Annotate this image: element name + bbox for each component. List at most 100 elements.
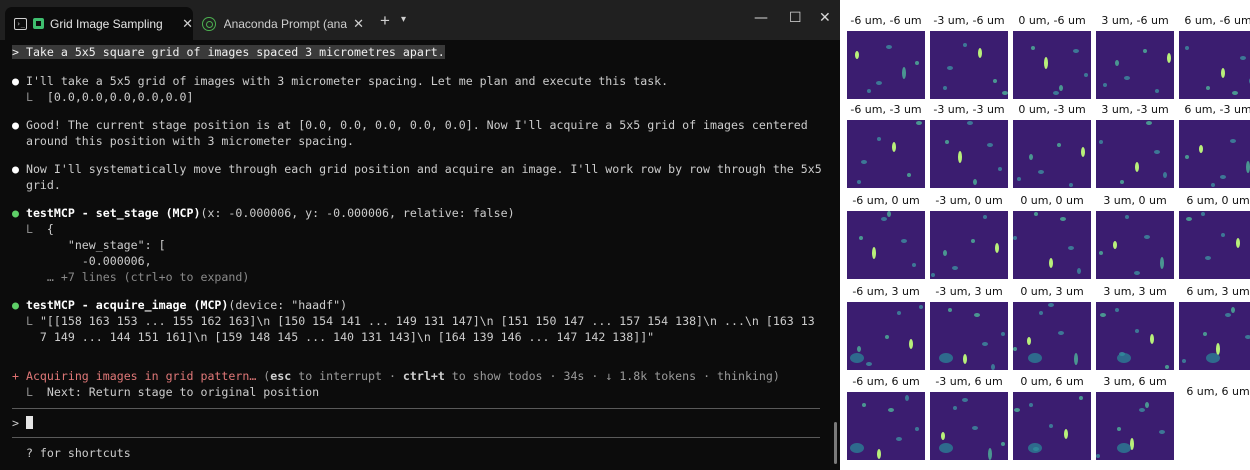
- grid-cell-label: 0 um, -6 um: [1018, 14, 1086, 27]
- grid-cell-label: 3 um, -3 um: [1101, 103, 1169, 116]
- bright-spot: [876, 81, 882, 85]
- grid-cell: 3 um, 3 um: [1096, 285, 1174, 370]
- tab-dropdown-icon[interactable]: ▾: [401, 14, 406, 25]
- bright-spot: [1069, 183, 1073, 187]
- bright-spot: [1049, 258, 1053, 268]
- terminal-window: ›_ Grid Image Sampling ✕ Anaconda Prompt…: [0, 0, 840, 470]
- grid-cell: 0 um, 0 um: [1013, 194, 1091, 279]
- bright-spot: [931, 273, 935, 277]
- close-tab-icon[interactable]: ✕: [353, 16, 364, 32]
- bright-spot: [1074, 353, 1078, 365]
- bright-spot: [1165, 365, 1169, 369]
- grid-cell-label: 3 um, 6 um: [1103, 375, 1167, 388]
- bright-spot: [1079, 396, 1083, 400]
- bright-spot: [915, 427, 919, 431]
- bright-spot: [1139, 408, 1145, 412]
- output-text: 7 149 ... 144 151 161]\n [159 148 145 ..…: [39, 330, 655, 344]
- tool-call-set-stage: ● testMCP - set_stage (MCP)(x: -0.000006…: [12, 205, 515, 221]
- input-box[interactable]: >: [12, 415, 33, 431]
- bright-spot: [1185, 46, 1189, 50]
- microscope-image: [1096, 120, 1174, 188]
- bright-spot: [857, 180, 861, 184]
- bright-spot: [939, 353, 953, 363]
- status-line: + Acquiring images in grid pattern… (esc…: [12, 368, 780, 384]
- minimize-button[interactable]: —: [754, 10, 768, 26]
- shortcuts-hint[interactable]: ? for shortcuts: [12, 445, 131, 461]
- bright-spot: [1167, 53, 1171, 63]
- bright-spot: [1120, 180, 1124, 184]
- bright-spot: [1125, 215, 1129, 219]
- bright-spot: [1246, 161, 1250, 173]
- microscope-image: [930, 31, 1008, 99]
- tab-anaconda-prompt[interactable]: Anaconda Prompt (anaconda3 ✕: [196, 7, 364, 40]
- bright-spot: [1027, 337, 1031, 345]
- bright-spot: [877, 449, 881, 459]
- bright-spot: [1240, 56, 1246, 60]
- microscope-image: [847, 31, 925, 99]
- bright-spot: [897, 311, 901, 315]
- bright-spot: [850, 353, 864, 363]
- output-text: "[[158 163 153 ... 155 162 163]\n [150 1…: [39, 314, 815, 328]
- spinner-icon: +: [12, 369, 19, 383]
- bright-spot: [1216, 343, 1220, 355]
- grid-cell: -6 um, 3 um: [847, 285, 925, 370]
- grid-cell: 6 um, 6 um: [1179, 375, 1250, 460]
- bright-spot: [1029, 403, 1033, 407]
- bright-spot: [945, 140, 949, 144]
- grid-cell: 0 um, 3 um: [1013, 285, 1091, 370]
- microscope-image: [930, 392, 1008, 460]
- bright-spot: [1115, 308, 1119, 312]
- tab-title: Grid Image Sampling: [49, 16, 163, 31]
- hint-part: to interrupt ·: [291, 369, 403, 383]
- grid-cell-label: -6 um, 3 um: [852, 285, 920, 298]
- microscope-image: [1096, 211, 1174, 279]
- expand-hint[interactable]: … +7 lines (ctrl+o to expand): [12, 269, 249, 285]
- assistant-message: ● Now I'll systematically move through e…: [12, 161, 822, 177]
- close-window-button[interactable]: ✕: [819, 10, 831, 26]
- close-tab-icon[interactable]: ✕: [182, 16, 193, 32]
- tool-name: testMCP - acquire_image (MCP): [25, 298, 229, 312]
- bright-spot: [991, 364, 995, 370]
- bright-spot: [905, 395, 909, 401]
- bright-spot: [1211, 183, 1215, 187]
- microscope-image: [1096, 31, 1174, 99]
- grid-cell-label: -3 um, 0 um: [935, 194, 1003, 207]
- bright-spot: [987, 143, 993, 147]
- bright-spot: [1221, 68, 1225, 78]
- output-text: -0.000006,: [81, 254, 152, 268]
- tool-output: "new_stage": [: [12, 237, 166, 253]
- bright-spot: [1117, 427, 1121, 431]
- bright-spot: [1145, 402, 1149, 408]
- grid-cell-label: 6 um, 0 um: [1186, 194, 1250, 207]
- tool-name: testMCP - set_stage (MCP): [25, 206, 201, 220]
- bright-spot: [962, 398, 968, 402]
- output-text: "new_stage": [: [67, 238, 166, 252]
- bright-spot: [1060, 217, 1066, 221]
- elbow-icon: L: [25, 314, 33, 328]
- new-tab-button[interactable]: +: [380, 12, 390, 29]
- grid-cell: 6 um, 0 um: [1179, 194, 1250, 279]
- tab-grid-image-sampling[interactable]: ›_ Grid Image Sampling ✕: [5, 7, 193, 40]
- bright-spot: [867, 89, 871, 93]
- bright-spot: [963, 354, 967, 364]
- microscope-image: [1179, 120, 1250, 188]
- elbow-icon: L: [25, 385, 33, 399]
- bullet-icon: ●: [12, 74, 19, 88]
- bright-spot: [1117, 353, 1131, 363]
- microscope-image: [1013, 31, 1091, 99]
- bright-spot: [877, 137, 881, 141]
- microscope-image: [1179, 211, 1250, 279]
- bright-spot: [916, 121, 922, 125]
- bright-spot: [988, 448, 992, 460]
- bright-spot: [1113, 241, 1117, 249]
- scrollbar[interactable]: [834, 422, 837, 464]
- maximize-button[interactable]: ☐: [789, 10, 802, 26]
- grid-cell-label: 6 um, -3 um: [1184, 103, 1250, 116]
- bright-spot: [1201, 212, 1205, 216]
- bright-spot: [885, 335, 889, 339]
- bright-spot: [1230, 139, 1236, 143]
- grid-cell-label: 6 um, -6 um: [1184, 14, 1250, 27]
- bright-spot: [857, 346, 861, 352]
- tool-call-acquire-image: ● testMCP - acquire_image (MCP)(device: …: [12, 297, 347, 313]
- bright-spot: [1053, 91, 1059, 95]
